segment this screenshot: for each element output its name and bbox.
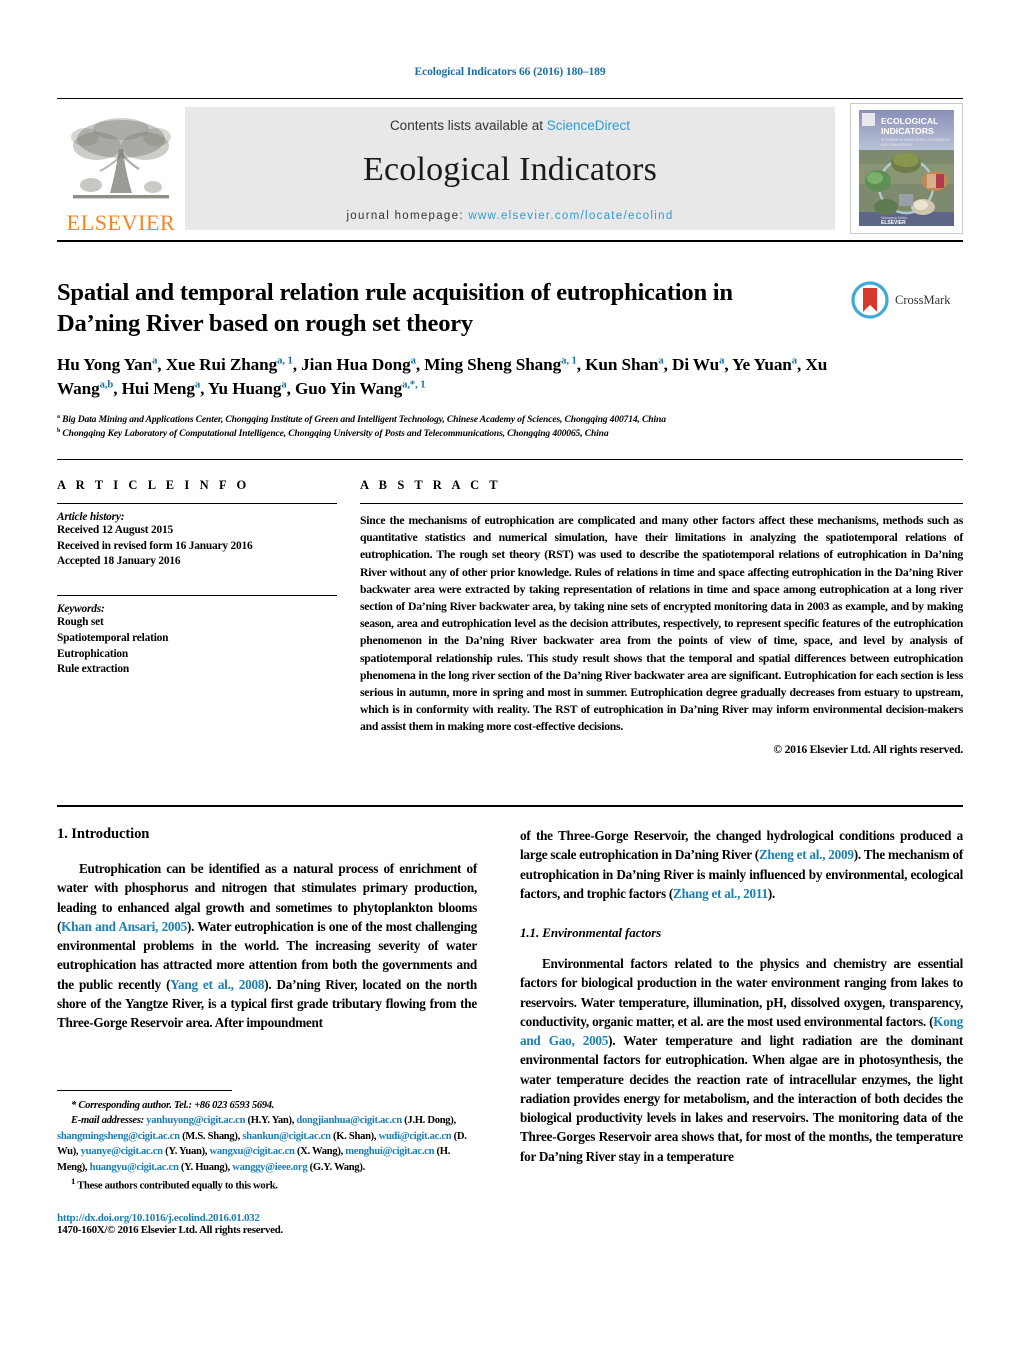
crossmark-badge[interactable]: CrossMark — [851, 278, 963, 322]
affiliations: a Big Data Mining and Applications Cente… — [57, 413, 963, 442]
svg-text:INTEGRATING MONITORING, ASSESS: INTEGRATING MONITORING, ASSESSMENT — [881, 138, 950, 142]
article-info-column: A R T I C L E I N F O Article history: R… — [57, 478, 337, 678]
title-bottom-rule — [57, 459, 963, 460]
svg-text:AND MANAGEMENT: AND MANAGEMENT — [881, 143, 913, 147]
article-title-block: Spatial and temporal relation rule acqui… — [57, 278, 963, 442]
history-received: Received 12 August 2015 — [57, 524, 173, 536]
journal-homepage-line: journal homepage: www.elsevier.com/locat… — [185, 210, 835, 222]
email-addresses-note[interactable]: E-mail addresses: yanhuyong@cigit.ac.cn … — [57, 1113, 482, 1175]
journal-homepage-link[interactable]: www.elsevier.com/locate/ecolind — [468, 210, 673, 222]
article-info-heading: A R T I C L E I N F O — [57, 478, 250, 492]
running-head: Ecological Indicators 66 (2016) 180–189 — [414, 66, 606, 78]
affiliation-a: a Big Data Mining and Applications Cente… — [57, 413, 666, 426]
doi-block: http://dx.doi.org/10.1016/j.ecolind.2016… — [57, 1212, 487, 1236]
abstract-column: A B S T R A C T Since the mechanisms of … — [360, 478, 963, 756]
equal-contribution-note: 1 These authors contributed equally to t… — [71, 1176, 278, 1192]
keywords-rule — [57, 595, 337, 597]
footnote-rule — [57, 1090, 232, 1091]
abstract-rule — [360, 503, 963, 504]
abstract-heading: A B S T R A C T — [360, 478, 502, 492]
crossmark-label: CrossMark — [895, 292, 951, 307]
svg-text:ELSEVIER: ELSEVIER — [881, 220, 906, 226]
page-title: Spatial and temporal relation rule acqui… — [57, 279, 733, 337]
journal-article-page: Ecological Indicators 66 (2016) 180–189 — [0, 0, 1020, 1351]
journal-cover-thumbnail: ECOLOGICAL INDICATORS INTEGRATING MONITO… — [850, 103, 963, 234]
corresponding-author-note: * Corresponding author. Tel.: +86 023 65… — [71, 1100, 275, 1111]
affiliation-a-text: Big Data Mining and Applications Center,… — [62, 414, 666, 426]
keyword-4: Rule extraction — [57, 663, 129, 676]
keyword-3: Eutrophication — [57, 647, 129, 660]
svg-text:INDICATORS: INDICATORS — [881, 126, 934, 136]
affiliation-b: b Chongqing Key Laboratory of Computatio… — [57, 428, 609, 440]
masthead-bottom-rule — [57, 240, 963, 242]
crossmark-icon — [851, 281, 889, 319]
body-left-column: 1. Introduction Eutrophication can be id… — [57, 826, 477, 1032]
abstract-text: Since the mechanisms of eutrophication a… — [360, 514, 963, 734]
elsevier-wordmark: ELSEVIER — [66, 210, 176, 235]
homepage-prefix: journal homepage: — [346, 210, 469, 222]
sciencedirect-link[interactable]: ScienceDirect — [547, 118, 630, 133]
contents-prefix: Contents lists available at — [389, 118, 547, 133]
elsevier-logo: ELSEVIER — [57, 103, 185, 234]
contents-available-line: Contents lists available at ScienceDirec… — [185, 118, 835, 133]
journal-masthead: ELSEVIER Contents lists available at Sci… — [57, 103, 963, 234]
intro-paragraph-1: Eutrophication can be identified as a na… — [57, 861, 478, 1031]
keywords-label: Keywords: — [57, 603, 105, 616]
doi-link[interactable]: http://dx.doi.org/10.1016/j.ecolind.2016… — [57, 1212, 487, 1224]
elsevier-tree-icon — [69, 113, 173, 211]
abstract-bottom-rule — [57, 805, 963, 807]
author-list: Hu Yong Yana, Xue Rui Zhanga, 1, Jian Hu… — [57, 354, 828, 399]
keywords-block: Keywords: Rough set Spatiotemporal relat… — [57, 595, 337, 678]
intro-paragraph-1-continued: of the Three-Gorge Reservoir, the change… — [520, 828, 964, 901]
journal-title: Ecological Indicators — [362, 151, 658, 188]
issn-copyright-line: 1470-160X/© 2016 Elsevier Ltd. All right… — [57, 1224, 283, 1236]
keyword-1: Rough set — [57, 616, 104, 629]
article-history-label: Article history: — [57, 511, 125, 523]
masthead-center-panel: Contents lists available at ScienceDirec… — [185, 107, 835, 230]
footnotes-block: * Corresponding author. Tel.: +86 023 65… — [57, 1098, 482, 1194]
keyword-2: Spatiotemporal relation — [57, 631, 169, 644]
body-right-column: of the Three-Gorge Reservoir, the change… — [520, 826, 963, 1166]
history-revised: Received in revised form 16 January 2016 — [57, 539, 253, 552]
affiliation-b-text: Chongqing Key Laboratory of Computationa… — [62, 428, 609, 440]
svg-text:ECOLOGICAL: ECOLOGICAL — [881, 116, 938, 126]
article-info-rule — [57, 503, 337, 504]
section-heading-introduction: 1. Introduction — [57, 826, 150, 842]
subsection-heading-environmental-factors: 1.1. Environmental factors — [520, 925, 662, 941]
abstract-copyright: © 2016 Elsevier Ltd. All rights reserved… — [773, 742, 963, 756]
history-accepted: Accepted 18 January 2016 — [57, 555, 181, 568]
header-divider-rule — [57, 98, 963, 99]
environmental-factors-paragraph: Environmental factors related to the phy… — [520, 956, 963, 1164]
